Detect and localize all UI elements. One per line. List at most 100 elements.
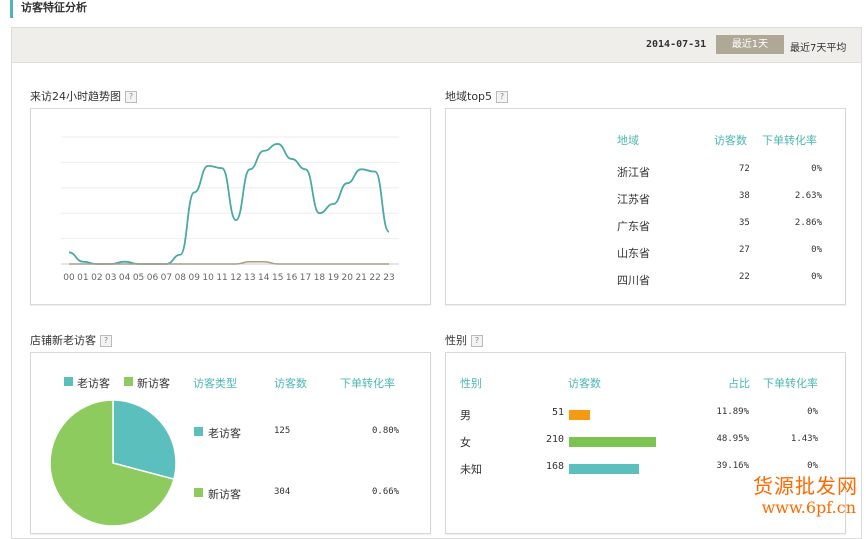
current-date: 2014-07-31: [646, 39, 707, 50]
row-old-type: 老访客: [208, 427, 241, 440]
new-old-pie-chart: [49, 399, 177, 527]
visitor-type-header: 访客类型: [193, 377, 237, 390]
row-old-swatch: [194, 427, 203, 436]
legend-new-label: 新访客: [137, 377, 170, 390]
region-top5-box: 浙江省 江苏省 四川省 广东省 山东省 地域 访客数 下单转化率 浙江省 72 0%…: [445, 108, 846, 305]
bubble-jiangsu: 江苏省: [473, 197, 507, 210]
gender-row-share: 39.16%: [716, 461, 749, 471]
x-tick-label: 18: [314, 273, 326, 283]
region-row-conversion: 0%: [811, 272, 822, 282]
visitors-col-header: 访客数: [274, 377, 307, 390]
x-tick-label: 03: [105, 273, 116, 283]
hourly-trend-chart: 00 01 02 03 04 05 06 07 08 09 10 11 12 13 14 15 16 17 18 19…: [61, 136, 399, 283]
help-icon[interactable]: ?: [125, 91, 137, 103]
gender-row-bar: [569, 464, 639, 474]
gender-row-label: 男: [460, 409, 471, 422]
x-tick-label: 21: [355, 273, 366, 283]
gender-row-visitors: 168: [545, 461, 564, 472]
x-tick-label: 23: [383, 273, 394, 283]
legend-new-swatch: [124, 377, 133, 386]
gender-row-visitors: 210: [545, 434, 564, 445]
row-new-conversion: 0.66%: [372, 487, 400, 497]
region-top5-title: 地域top5?: [445, 88, 509, 104]
bubble-zhejiang: 浙江省: [531, 162, 565, 175]
x-tick-label: 00: [63, 273, 75, 283]
x-tick-label: 15: [272, 273, 283, 283]
x-tick-label: 01: [77, 273, 88, 283]
watermark-title: 货源批发网: [753, 474, 858, 498]
row-old-visitors: 125: [274, 426, 291, 436]
x-tick-label: 12: [230, 273, 241, 283]
x-tick-label: 10: [202, 273, 214, 283]
page-title: 访客特征分析: [10, 0, 87, 18]
help-icon[interactable]: ?: [471, 335, 483, 347]
x-tick-label: 06: [147, 273, 159, 283]
region-row-visitors: 72: [739, 164, 750, 174]
bubble-guangdong: 广东省: [500, 247, 534, 260]
x-tick-label: 14: [258, 273, 270, 283]
region-row-name: 山东省: [617, 247, 650, 260]
date-toolbar: 2014-07-31 最近1天 最近7天平均: [12, 28, 861, 63]
gender-row-conversion: 1.43%: [790, 434, 818, 444]
region-row-visitors: 27: [739, 245, 750, 255]
region-row-conversion: 0%: [811, 164, 822, 174]
last-7-days-avg-button[interactable]: 最近7天平均: [790, 39, 846, 54]
region-row-name: 四川省: [617, 274, 650, 287]
region-row-visitors: 22: [739, 272, 750, 282]
row-new-swatch: [194, 488, 203, 497]
gender-title: 性别?: [445, 332, 483, 348]
row-new-type: 新访客: [208, 488, 241, 501]
gender-row-label: 女: [460, 436, 471, 449]
region-row-conversion: 2.63%: [794, 191, 822, 201]
region-row-name: 广东省: [617, 220, 650, 233]
gender-row-bar: [569, 437, 656, 447]
region-col-header: 地域: [617, 134, 639, 147]
last-1-day-button[interactable]: 最近1天: [716, 35, 784, 54]
bubble-sichuan: 四川省: [572, 205, 602, 217]
conversion-col-header: 下单转化率: [763, 377, 818, 390]
visitors-col-header: 访客数: [714, 134, 747, 147]
gender-row-conversion: 0%: [807, 407, 818, 417]
conversion-col-header: 下单转化率: [762, 134, 817, 147]
row-old-conversion: 0.80%: [372, 426, 400, 436]
new-old-label: 店铺新老访客: [30, 334, 96, 347]
legend-old-label: 老访客: [77, 377, 110, 390]
x-tick-label: 19: [328, 273, 340, 283]
new-old-title: 店铺新老访客?: [30, 332, 112, 348]
hourly-trend-title: 来访24小时趋势图?: [30, 88, 137, 104]
hourly-trend-label: 来访24小时趋势图: [30, 90, 121, 103]
gender-col-header: 性别: [460, 377, 482, 390]
gender-row-visitors: 51: [551, 407, 564, 418]
help-icon[interactable]: ?: [100, 335, 112, 347]
x-tick-label: 11: [216, 273, 227, 283]
region-row-name: 江苏省: [617, 193, 650, 206]
region-row-visitors: 35: [739, 218, 750, 228]
x-tick-label: 20: [342, 273, 354, 283]
x-tick-label: 13: [244, 273, 255, 283]
visitors-col-header: 访客数: [568, 377, 601, 390]
bubble-shandong: 山东省: [552, 244, 586, 257]
region-top5-label: 地域top5: [445, 90, 493, 103]
x-tick-label: 09: [188, 273, 200, 283]
gender-row-share: 11.89%: [716, 407, 749, 417]
region-row-conversion: 2.86%: [794, 218, 822, 228]
help-icon[interactable]: ?: [496, 91, 509, 103]
row-new-visitors: 304: [274, 487, 291, 497]
x-tick-label: 17: [300, 273, 311, 283]
watermark-url: www.6pf.cn: [761, 498, 856, 517]
region-row-visitors: 38: [739, 191, 750, 201]
new-old-box: 老访客 新访客 访客类型 访客数 下单转化率 老访客 125 0.80% 新访客…: [30, 352, 431, 534]
hourly-trend-chart-box: 00 01 02 03 04 05 06 07 08 09 10 11 12 13 14 15 16 17 18 19…: [30, 108, 431, 305]
x-tick-label: 02: [91, 273, 102, 283]
gender-row-share: 48.95%: [716, 434, 749, 444]
x-tick-label: 05: [133, 273, 144, 283]
gender-row-label: 未知: [460, 463, 482, 476]
region-row-conversion: 0%: [811, 245, 822, 255]
x-tick-label: 22: [369, 273, 380, 283]
gender-row-bar: [569, 410, 590, 420]
gender-label: 性别: [445, 334, 467, 347]
region-row-name: 浙江省: [617, 166, 650, 179]
x-tick-label: 07: [161, 273, 172, 283]
x-tick-label: 16: [286, 273, 298, 283]
legend-old-swatch: [64, 377, 73, 386]
